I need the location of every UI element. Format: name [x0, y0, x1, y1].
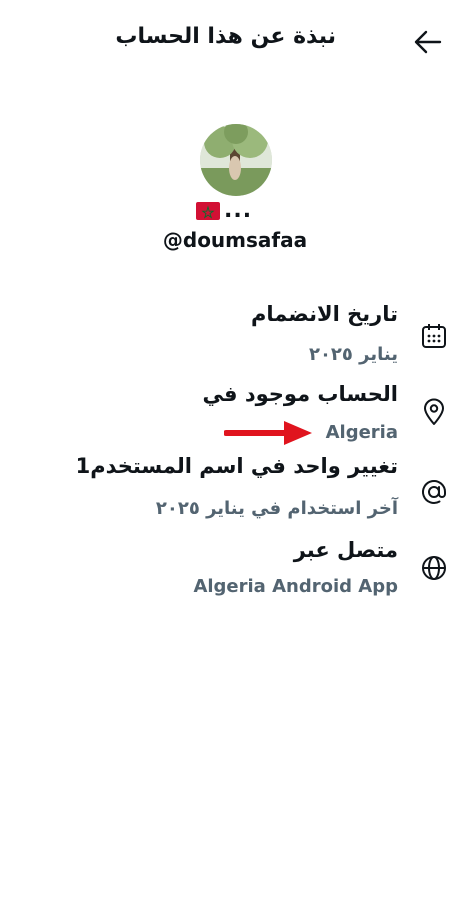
- username-changes-value: آخر استخدام في يناير ٢٠٢٥: [155, 498, 398, 519]
- joined-date-value: يناير ٢٠٢٥: [308, 344, 398, 365]
- display-name: ...: [196, 198, 276, 224]
- connected-via-value: Algeria Android App: [193, 576, 398, 597]
- username-changes-label: تغيير واحد في اسم المستخدم1: [75, 454, 398, 478]
- red-arrow-icon: [224, 421, 312, 445]
- account-location-label: الحساب موجود في: [202, 382, 398, 406]
- location-pin-icon: [424, 398, 444, 425]
- connected-via-label: متصل عبر: [293, 538, 398, 562]
- globe-icon: [422, 556, 446, 580]
- avatar-image: [200, 124, 272, 196]
- display-name-text: ...: [224, 198, 253, 223]
- account-location-value: Algeria: [325, 422, 398, 443]
- morocco-flag-icon: [196, 202, 220, 220]
- joined-date-label: تاريخ الانضمام: [251, 302, 398, 326]
- top-bar: نبذة عن هذا الحساب: [0, 0, 470, 84]
- calendar-icon: [422, 324, 446, 348]
- avatar[interactable]: [200, 124, 272, 196]
- arrow-left-icon[interactable]: [412, 28, 444, 56]
- page-title: نبذة عن هذا الحساب: [115, 24, 336, 49]
- at-sign-icon: [422, 480, 446, 504]
- username-handle: @doumsafaa: [162, 228, 308, 252]
